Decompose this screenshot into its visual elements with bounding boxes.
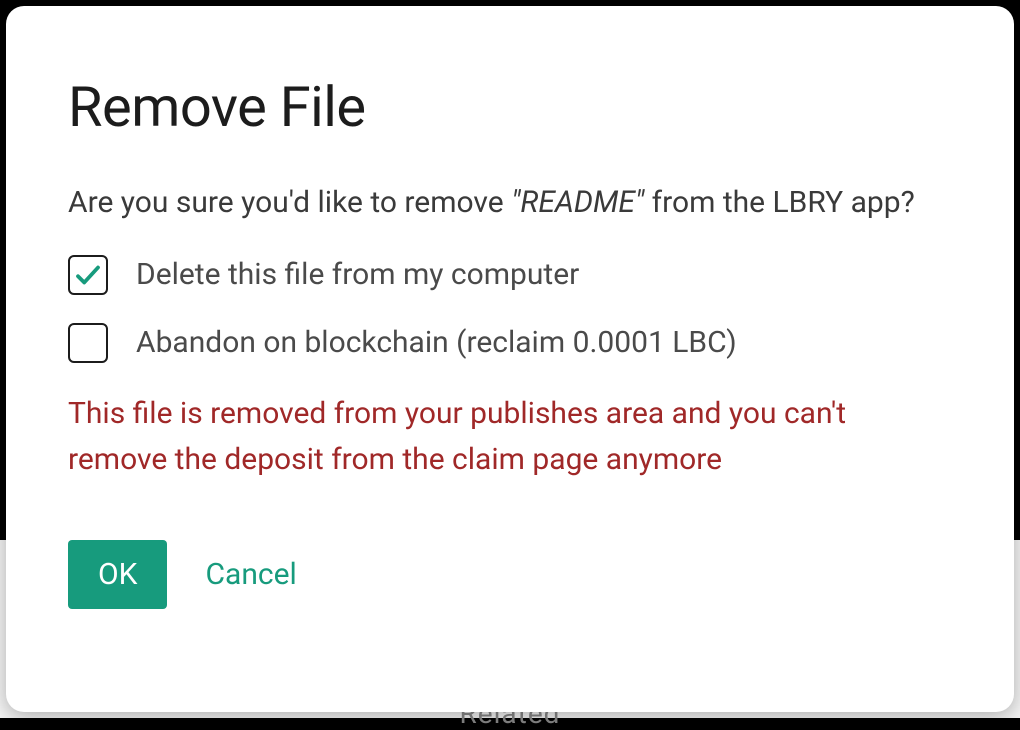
abandon-blockchain-checkbox-row[interactable]: Abandon on blockchain (reclaim 0.0001 LB… <box>68 323 952 363</box>
delete-from-computer-checkbox-row[interactable]: Delete this file from my computer <box>68 255 952 295</box>
message-suffix: from the LBRY app? <box>644 185 915 220</box>
ok-button[interactable]: OK <box>68 540 167 609</box>
message-prefix: Are you sure you'd like to remove <box>68 185 511 220</box>
warning-message: This file is removed from your publishes… <box>68 391 952 484</box>
cancel-button[interactable]: Cancel <box>197 540 304 609</box>
dialog-message: Are you sure you'd like to remove "READM… <box>68 180 952 227</box>
abandon-blockchain-checkbox[interactable] <box>68 323 108 363</box>
remove-file-dialog: Remove File Are you sure you'd like to r… <box>6 6 1014 712</box>
message-filename: "README" <box>511 185 644 220</box>
abandon-blockchain-label: Abandon on blockchain (reclaim 0.0001 LB… <box>136 325 737 360</box>
dialog-title: Remove File <box>68 74 952 140</box>
check-icon <box>73 260 103 290</box>
delete-from-computer-checkbox[interactable] <box>68 255 108 295</box>
delete-from-computer-label: Delete this file from my computer <box>136 257 579 292</box>
dialog-button-row: OK Cancel <box>68 540 952 609</box>
